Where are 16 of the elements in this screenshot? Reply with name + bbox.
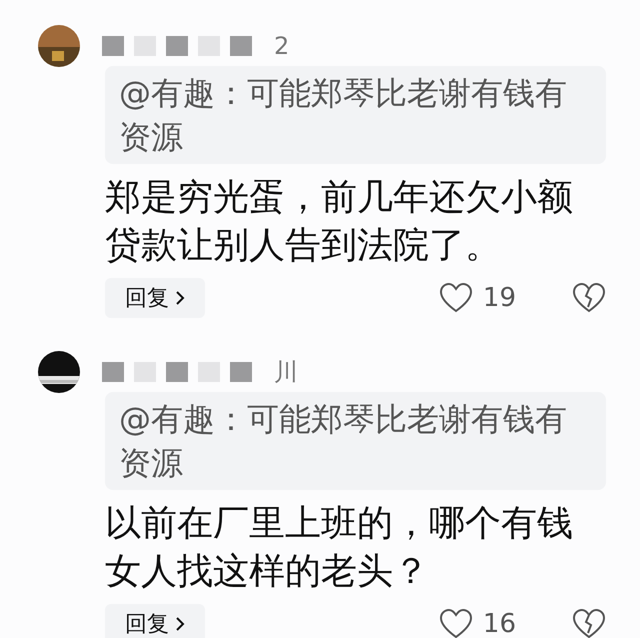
quoted-comment: @有趣：可能郑琴比老谢有钱有资源 — [105, 66, 606, 164]
heart-icon[interactable] — [438, 283, 473, 313]
chevron-icon — [175, 616, 185, 632]
broken-heart-icon[interactable] — [572, 609, 606, 638]
like-count: 16 — [482, 609, 516, 638]
comment-text: 郑是穷光蛋，前几年还欠小额贷款让别人告到法院了。 — [105, 176, 574, 268]
quoted-comment: @有趣：可能郑琴比老谢有钱有资源 — [105, 392, 606, 490]
username-fragment: 川 — [274, 357, 298, 388]
comment-text: 以前在厂里上班的，哪个有钱女人找这样的老头？ — [105, 502, 574, 594]
reply-button[interactable]: 回复 — [105, 604, 205, 638]
broken-heart-icon[interactable] — [572, 283, 606, 313]
reply-button[interactable]: 回复 — [105, 278, 205, 318]
username-fragment: 2 — [274, 32, 290, 60]
chevron-icon — [175, 290, 185, 306]
like-count: 19 — [482, 283, 516, 313]
heart-icon[interactable] — [438, 609, 473, 638]
